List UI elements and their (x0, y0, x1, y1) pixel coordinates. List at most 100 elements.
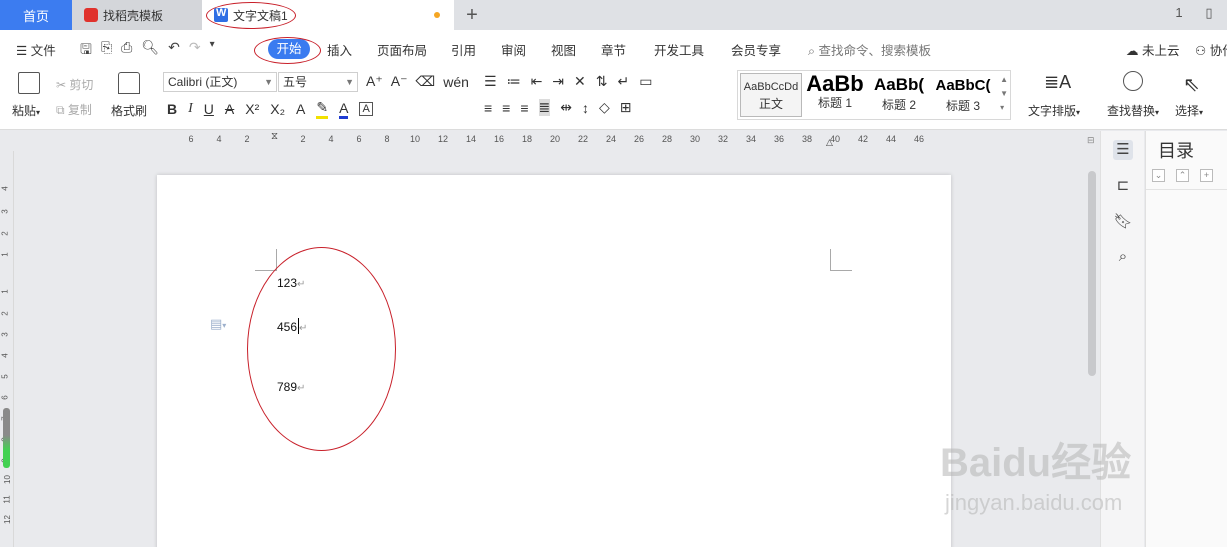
window-layout-button[interactable]: 1 (1169, 5, 1189, 21)
customize-dropdown-icon[interactable]: ▾ (210, 39, 215, 63)
gallery-scroll-icon[interactable]: ▲ ▼ ▾ (1000, 73, 1008, 115)
find-replace-button[interactable]: 查找替换▾ (1107, 102, 1159, 119)
chinese-layout-icon[interactable]: ✕ (574, 73, 586, 90)
distribute-icon[interactable]: ⇹ (560, 99, 572, 116)
font-name-select[interactable]: Calibri (正文) ▼ (163, 72, 277, 92)
toc-panel-icon[interactable]: ☰ (1113, 140, 1133, 160)
highlight-icon[interactable]: ✎ (316, 99, 329, 119)
cut-button[interactable]: ✂ 剪切 (56, 76, 93, 93)
print-preview-icon[interactable]: 🔍︎ (141, 39, 159, 63)
toc-add-icon[interactable]: + (1200, 169, 1213, 182)
redo-icon[interactable]: ↷ (189, 39, 201, 63)
toc-collapse-icon[interactable]: ⌄ (1152, 169, 1165, 182)
export-pdf-icon[interactable]: ⎘ (101, 39, 112, 63)
format-painter-icon (118, 72, 140, 94)
italic-icon[interactable]: I (188, 101, 193, 117)
select-button[interactable]: 选择▾ (1175, 102, 1203, 119)
unsaved-dot-icon (434, 12, 440, 18)
line-spacing-icon[interactable]: ↕ (582, 100, 589, 116)
print-icon[interactable]: ⎙ (121, 39, 132, 63)
toc-divider (1146, 189, 1227, 190)
font-format-tools: B I U A X² X₂ A ✎ A A (167, 99, 373, 119)
horizontal-ruler[interactable]: 6 4 2 2 4 6 8 10 12 14 16 18 20 22 24 26… (0, 131, 1085, 151)
scissors-icon: ✂ (56, 78, 67, 92)
style-heading-3[interactable]: AaBbC( 标题 3 (932, 73, 994, 117)
align-left-icon[interactable]: ≡ (484, 100, 492, 116)
cloud-status-button[interactable]: ☁ 未上云 (1126, 40, 1180, 59)
subscript-icon[interactable]: X₂ (270, 101, 285, 117)
bold-icon[interactable]: B (167, 101, 177, 117)
collab-button[interactable]: ⚇ 协作 (1195, 40, 1227, 59)
file-menu-button[interactable]: ☰ 文件 (16, 40, 56, 59)
collab-label: 协作 (1209, 44, 1227, 58)
grow-font-icon[interactable]: A⁺ (366, 73, 383, 90)
tab-developer[interactable]: 开发工具 (654, 40, 704, 59)
find-panel-icon[interactable]: ⌕ (1113, 248, 1133, 268)
table-borders-icon[interactable]: ▭ (639, 73, 652, 90)
new-tab-button[interactable]: + (460, 0, 484, 30)
styles-gallery: AaBbCcDd 正文 AaBb 标题 1 AaBb( 标题 2 AaBbC( … (737, 70, 1011, 120)
file-menu-label: 文件 (30, 44, 56, 58)
tab-review[interactable]: 审阅 (501, 40, 526, 59)
baidu-watermark: Baidu经验 (940, 441, 1132, 485)
vertical-ruler-marker (3, 408, 10, 468)
char-border-icon[interactable]: A (359, 102, 373, 116)
vertical-ruler[interactable]: 4 3 2 1 1 2 3 4 5 6 7 8 9 10 11 12 (0, 151, 14, 547)
increase-indent-icon[interactable]: ⇥ (552, 73, 564, 90)
scrollbar-thumb[interactable] (1088, 171, 1096, 376)
style-heading-1[interactable]: AaBb 标题 1 (804, 71, 866, 117)
tab-insert[interactable]: 插入 (327, 40, 352, 59)
collab-icon: ⚇ (1195, 44, 1207, 58)
docer-logo-icon (84, 8, 98, 22)
tab-templates[interactable]: 找稻壳模板 (72, 0, 202, 30)
font-color-icon[interactable]: A (339, 100, 349, 119)
align-right-icon[interactable]: ≡ (520, 100, 528, 116)
shrink-font-icon[interactable]: A⁻ (391, 73, 408, 90)
sort-icon[interactable]: ⇅ (596, 73, 608, 90)
tab-view[interactable]: 视图 (551, 40, 576, 59)
style-normal[interactable]: AaBbCcDd 正文 (740, 73, 802, 117)
underline-icon[interactable]: U (204, 101, 214, 117)
command-search-placeholder: 查找命令、搜索模板 (818, 44, 932, 58)
right-indent-marker-icon[interactable]: △ (826, 137, 833, 148)
bookmark-icon[interactable]: 🔖︎ (1113, 212, 1133, 232)
scroll-up-icon[interactable]: ⊟ (1087, 135, 1095, 146)
text-effect-icon[interactable]: A (296, 101, 305, 117)
tab-templates-label: 找稻壳模板 (103, 8, 164, 23)
shading-icon[interactable]: ◇ (599, 99, 610, 116)
tab-chapter[interactable]: 章节 (601, 40, 626, 59)
format-painter-button[interactable]: 格式刷 (111, 102, 147, 119)
bullet-list-icon[interactable]: ☰ (484, 73, 497, 90)
tab-references[interactable]: 引用 (451, 40, 476, 59)
superscript-icon[interactable]: X² (245, 101, 259, 117)
copy-button[interactable]: ⧉ 复制 (56, 101, 92, 118)
save-icon[interactable]: 🖫 (80, 39, 92, 63)
show-marks-icon[interactable]: ↵ (618, 73, 630, 90)
undo-icon[interactable]: ↶ (168, 39, 180, 63)
paragraph-handle-icon[interactable]: ▤▾ (210, 316, 226, 332)
decrease-indent-icon[interactable]: ⇤ (531, 73, 543, 90)
numbered-list-icon[interactable]: ≔ (507, 73, 521, 90)
indent-marker-icon[interactable]: ⧖ (271, 131, 278, 142)
text-layout-button[interactable]: 文字排版▾ (1028, 102, 1080, 119)
tab-home[interactable]: 首页 (0, 0, 72, 30)
find-icon (1123, 71, 1143, 91)
font-size-select[interactable]: 五号 ▼ (278, 72, 358, 92)
margin-corner-tr (830, 249, 852, 271)
align-center-icon[interactable]: ≡ (502, 100, 510, 116)
paste-button[interactable]: 粘贴▾ (12, 102, 40, 119)
window-restore-button[interactable]: ▯ (1199, 5, 1219, 21)
clear-format-icon[interactable]: ⌫ (415, 73, 435, 90)
tab-page-layout[interactable]: 页面布局 (377, 40, 427, 59)
strikethrough-icon[interactable]: A (225, 101, 234, 117)
baidu-watermark-url: jingyan.baidu.com (945, 490, 1123, 515)
command-search[interactable]: ⌕ 查找命令、搜索模板 (808, 40, 931, 59)
tab-member[interactable]: 会员专享 (731, 40, 781, 59)
nav-pane-icon[interactable]: ⊏ (1113, 176, 1133, 196)
phonetic-guide-icon[interactable]: wén (443, 74, 469, 90)
toc-expand-icon[interactable]: ⌃ (1176, 169, 1189, 182)
borders-icon[interactable]: ⊞ (620, 99, 632, 116)
style-heading-2[interactable]: AaBb( 标题 2 (868, 73, 930, 117)
text-layout-icon: ≣A (1044, 72, 1072, 92)
justify-icon[interactable]: ≣ (538, 99, 551, 116)
